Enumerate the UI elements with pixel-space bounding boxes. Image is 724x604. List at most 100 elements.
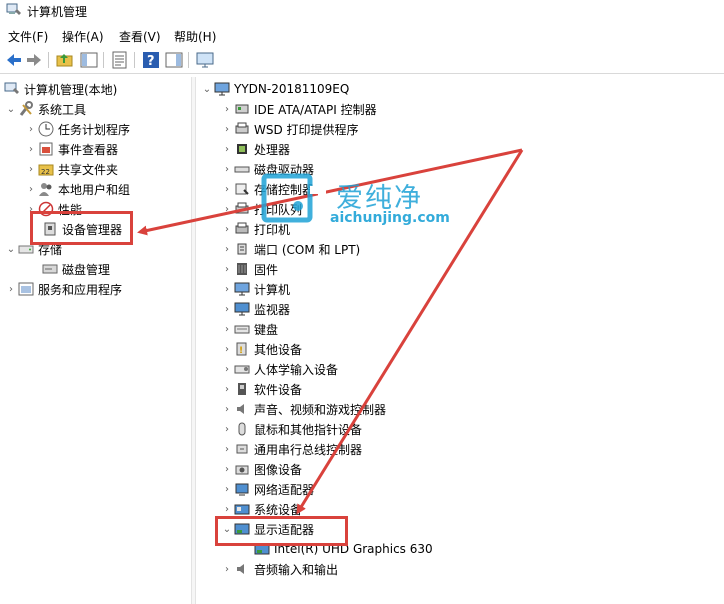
device-category-computer[interactable]: › 计算机 bbox=[220, 279, 290, 299]
chevron-right-icon[interactable]: › bbox=[220, 459, 234, 479]
up-folder-icon[interactable] bbox=[56, 51, 74, 69]
print-queue-icon bbox=[234, 201, 250, 217]
menu-view[interactable]: 查看(V) bbox=[117, 28, 163, 45]
tree-label: 服务和应用程序 bbox=[38, 282, 123, 297]
tree-label: 固件 bbox=[254, 262, 279, 277]
chevron-right-icon[interactable]: › bbox=[220, 319, 234, 339]
chevron-right-icon[interactable]: › bbox=[220, 239, 234, 259]
menu-action[interactable]: 操作(A) bbox=[60, 28, 106, 45]
console-icon[interactable] bbox=[196, 51, 214, 69]
device-category-port[interactable]: › 端口 (COM 和 LPT) bbox=[220, 239, 360, 259]
tree-label: 计算机管理(本地) bbox=[24, 82, 118, 97]
chevron-right-icon[interactable]: › bbox=[24, 119, 38, 139]
chevron-right-icon[interactable]: › bbox=[220, 259, 234, 279]
chevron-right-icon[interactable]: › bbox=[220, 339, 234, 359]
camera-icon bbox=[234, 461, 250, 477]
watermark: 爱纯净 aichunjing.com bbox=[258, 172, 463, 232]
tree-label: 软件设备 bbox=[254, 382, 303, 397]
device-category-firmware[interactable]: › 固件 bbox=[220, 259, 278, 279]
tree-item-shared-folders[interactable]: › 22 共享文件夹 bbox=[24, 159, 118, 179]
device-category-audio[interactable]: › 声音、视频和游戏控制器 bbox=[220, 399, 386, 419]
device-category-usb-controller[interactable]: › 通用串行总线控制器 bbox=[220, 439, 362, 459]
tree-root-computer-management[interactable]: 计算机管理(本地) bbox=[4, 79, 117, 99]
tree-label: 磁盘管理 bbox=[62, 262, 111, 277]
chevron-right-icon[interactable]: › bbox=[24, 159, 38, 179]
tree-item-services-apps[interactable]: › 服务和应用程序 bbox=[4, 279, 122, 299]
chevron-right-icon[interactable]: › bbox=[220, 279, 234, 299]
chevron-right-icon[interactable]: › bbox=[220, 99, 234, 119]
chevron-right-icon[interactable]: › bbox=[220, 139, 234, 159]
device-category-camera[interactable]: › 图像设备 bbox=[220, 459, 302, 479]
software-device-icon bbox=[234, 381, 250, 397]
svg-text:!: ! bbox=[239, 346, 243, 356]
services-icon bbox=[18, 281, 34, 297]
chevron-right-icon[interactable]: › bbox=[220, 159, 234, 179]
chevron-right-icon[interactable]: › bbox=[24, 179, 38, 199]
tree-item-event-viewer[interactable]: › 事件查看器 bbox=[24, 139, 118, 159]
forward-icon[interactable] bbox=[25, 51, 43, 69]
chevron-right-icon[interactable]: › bbox=[220, 479, 234, 499]
chevron-right-icon[interactable]: › bbox=[220, 439, 234, 459]
tree-item-disk-management[interactable]: 磁盘管理 bbox=[42, 259, 110, 279]
tree-item-system-tools[interactable]: ⌄ 系统工具 bbox=[4, 99, 86, 119]
device-category-keyboard[interactable]: › 键盘 bbox=[220, 319, 278, 339]
show-hide-tree-icon[interactable] bbox=[80, 51, 98, 69]
device-category-audio-io[interactable]: › 音频输入和输出 bbox=[220, 559, 338, 579]
tree-item-local-users[interactable]: › 本地用户和组 bbox=[24, 179, 130, 199]
chevron-right-icon[interactable]: › bbox=[220, 559, 234, 579]
disk-management-icon bbox=[42, 261, 58, 277]
chevron-down-icon[interactable]: ⌄ bbox=[200, 79, 214, 99]
chevron-down-icon[interactable]: ⌄ bbox=[4, 99, 18, 119]
chevron-right-icon[interactable]: › bbox=[220, 119, 234, 139]
tree-item-task-scheduler[interactable]: › 任务计划程序 bbox=[24, 119, 130, 139]
firmware-icon bbox=[234, 261, 250, 277]
tools-icon bbox=[18, 101, 34, 117]
device-category-processor[interactable]: › 处理器 bbox=[220, 139, 290, 159]
tree-label: YYDN-20181109EQ bbox=[234, 82, 350, 96]
chevron-right-icon[interactable]: › bbox=[220, 379, 234, 399]
back-icon[interactable] bbox=[5, 51, 23, 69]
printer-provider-icon bbox=[234, 121, 250, 137]
device-category-ide-controller[interactable]: › IDE ATA/ATAPI 控制器 bbox=[220, 99, 377, 119]
tree-label: 人体学输入设备 bbox=[254, 362, 339, 377]
device-category-software-device[interactable]: › 软件设备 bbox=[220, 379, 302, 399]
port-icon bbox=[234, 241, 250, 257]
device-category-network-adapter[interactable]: › 网络适配器 bbox=[220, 479, 314, 499]
chevron-right-icon[interactable]: › bbox=[24, 139, 38, 159]
device-category-hid[interactable]: › 人体学输入设备 bbox=[220, 359, 338, 379]
chevron-right-icon[interactable]: › bbox=[220, 419, 234, 439]
toolbar-separator bbox=[188, 52, 189, 68]
help-icon[interactable]: ? bbox=[142, 51, 160, 69]
monitor-icon bbox=[234, 301, 250, 317]
tree-label: 图像设备 bbox=[254, 462, 303, 477]
device-category-other-devices[interactable]: ›! 其他设备 bbox=[220, 339, 302, 359]
menu-file[interactable]: 文件(F) bbox=[6, 28, 50, 45]
computer-icon bbox=[214, 81, 230, 97]
chevron-right-icon[interactable]: › bbox=[220, 359, 234, 379]
device-category-monitor[interactable]: › 监视器 bbox=[220, 299, 290, 319]
chevron-right-icon[interactable]: › bbox=[220, 219, 234, 239]
network-adapter-icon bbox=[234, 481, 250, 497]
chevron-right-icon[interactable]: › bbox=[220, 399, 234, 419]
device-category-printer-provider[interactable]: › WSD 打印提供程序 bbox=[220, 119, 359, 139]
show-action-pane-icon[interactable] bbox=[165, 51, 183, 69]
chevron-right-icon[interactable]: › bbox=[4, 279, 18, 299]
other-devices-icon: ! bbox=[234, 341, 250, 357]
tree-label: 音频输入和输出 bbox=[254, 562, 339, 577]
device-category-mouse[interactable]: › 鼠标和其他指针设备 bbox=[220, 419, 362, 439]
menu-help[interactable]: 帮助(H) bbox=[172, 28, 218, 45]
device-tree-root[interactable]: ⌄ YYDN-20181109EQ bbox=[200, 79, 350, 99]
navigation-tree: 计算机管理(本地) ⌄ 系统工具 › 任务计划程序 › 事件查看器 › 22 共… bbox=[0, 77, 190, 604]
tree-label: 处理器 bbox=[254, 142, 291, 157]
title-bar: 计算机管理 bbox=[0, 0, 724, 22]
chevron-right-icon[interactable]: › bbox=[220, 179, 234, 199]
properties-icon[interactable] bbox=[111, 51, 129, 69]
highlight-box-display-adapters bbox=[215, 516, 348, 546]
chevron-right-icon[interactable]: › bbox=[220, 299, 234, 319]
chevron-right-icon[interactable]: › bbox=[220, 199, 234, 219]
tree-label: 键盘 bbox=[254, 322, 279, 337]
shared-folder-icon: 22 bbox=[38, 161, 54, 177]
computer-management-icon bbox=[4, 81, 20, 97]
chevron-down-icon[interactable]: ⌄ bbox=[4, 239, 18, 259]
audio-icon bbox=[234, 401, 250, 417]
